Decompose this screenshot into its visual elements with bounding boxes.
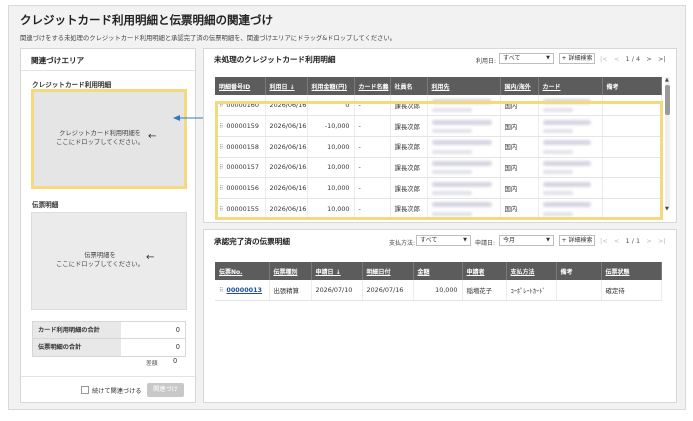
summary-row: カード利用明細の合計 0 — [33, 322, 185, 339]
col-header[interactable]: 支払方法 — [506, 262, 557, 280]
payment-method-value: すべて — [420, 237, 438, 244]
detail-date-cell: 2026/07/16 — [362, 280, 414, 302]
pager-next-icon[interactable]: > — [646, 237, 651, 245]
apply-date-value: 今月 — [503, 237, 516, 244]
payment-method-label: 支払方法: — [389, 240, 416, 247]
card-panel-title: 未処理のクレジットカード利用明細 — [214, 55, 336, 64]
page-subtitle: 関連づけをする未処理のクレジットカード利用明細と承認完了済の伝票明細を、関連づけ… — [20, 35, 397, 42]
card-drop-text-2: ここにドロップしてください。 — [56, 139, 144, 146]
col-header[interactable]: 伝票種別 — [269, 262, 312, 280]
pager-first-icon[interactable]: |< — [600, 237, 608, 245]
associate-button[interactable]: 関連づけ — [147, 383, 184, 397]
slip-panel-title: 承認完了済の伝票明細 — [214, 237, 290, 246]
card-detail-search-button[interactable]: + 詳細検索 — [559, 53, 595, 64]
continue-label: 続けて関連づける — [92, 388, 142, 395]
col-header[interactable]: 申請者 — [462, 262, 507, 280]
pager-next-icon[interactable]: > — [646, 55, 651, 63]
chevron-down-icon: ▼ — [546, 55, 550, 61]
col-header[interactable]: 備考 — [602, 77, 662, 95]
col-header[interactable]: 社員名 — [390, 77, 428, 95]
col-header[interactable]: 備考 — [556, 262, 602, 280]
slip-no-link[interactable]: 00000013 — [226, 286, 262, 294]
slip-total-value: 0 — [175, 343, 180, 351]
summary-table: カード利用明細の合計 0 伝票明細の合計 0 — [32, 321, 186, 357]
slip-drop-text-2: ここにドロップしてください。 — [56, 261, 144, 268]
slip-detail-search-button[interactable]: + 詳細検索 — [559, 235, 595, 246]
card-section-label: クレジットカード利用明細 — [32, 81, 112, 89]
slip-drop-text-1: 伝票明細を — [84, 252, 116, 259]
applicant-cell: 稲増花子 — [462, 280, 507, 302]
pager-prev-icon[interactable]: < — [614, 55, 619, 63]
usage-date-label: 利用日: — [476, 58, 497, 65]
pager-last-icon[interactable]: >| — [658, 237, 666, 245]
scroll-up-icon[interactable]: ▲ — [665, 77, 669, 83]
apply-date-select[interactable]: 今月 ▼ — [499, 235, 554, 246]
diff-label: 差額 — [146, 361, 158, 367]
col-header[interactable]: 利用先 — [427, 77, 501, 95]
scroll-down-icon[interactable]: ▼ — [665, 206, 669, 212]
card-rows-highlight — [215, 101, 663, 220]
card-pager: |< < 1 / 4 > >| — [600, 55, 666, 63]
divider — [21, 376, 195, 377]
usage-date-select[interactable]: すべて ▼ — [499, 53, 554, 64]
card-drop-text-1: クレジットカード利用明細を — [59, 130, 141, 137]
association-area-title: 関連づけエリア — [31, 56, 85, 65]
apply-date-label: 申請日: — [475, 240, 496, 247]
chevron-down-icon: ▼ — [546, 237, 550, 243]
slip-pager: |< < 1 / 1 > >| — [600, 237, 666, 245]
col-header[interactable]: カード — [538, 77, 603, 95]
association-area-panel: 関連づけエリア クレジットカード利用明細 クレジットカード利用明細を ここにドロ… — [20, 48, 196, 403]
pager-prev-icon[interactable]: < — [614, 237, 619, 245]
col-header[interactable]: 利用日 ↓ — [265, 77, 308, 95]
col-header[interactable]: 金額 — [413, 262, 463, 280]
card-total-label: カード利用明細の合計 — [33, 322, 121, 338]
pager-text: 1 / 4 — [625, 55, 641, 63]
col-header[interactable]: カード名義 — [354, 77, 391, 95]
continue-checkbox[interactable] — [81, 386, 89, 394]
chevron-down-icon: ▼ — [463, 237, 467, 243]
col-header[interactable]: 伝票No. — [215, 262, 270, 280]
slip-no-cell: ⠿ 00000013 — [215, 280, 270, 302]
card-table-header: 明細番号ID 利用日 ↓ 利用金額(円) カード名義 社員名 利用先 国内/海外… — [215, 77, 662, 95]
status-cell: 確定待 — [601, 280, 662, 302]
slip-table: 伝票No. 伝票種別 申請日 ↓ 明細日付 金額 申請者 支払方法 備考 伝票状… — [215, 262, 662, 302]
method-cell: ｺｰﾎﾟﾚｰﾄｶｰﾄﾞ — [506, 280, 557, 302]
col-header[interactable]: 伝票状態 — [601, 262, 662, 280]
col-header[interactable]: 明細番号ID — [215, 77, 266, 95]
drag-handle-icon[interactable]: ⠿ — [219, 287, 224, 294]
usage-date-value: すべて — [503, 55, 521, 62]
col-header[interactable]: 国内/海外 — [500, 77, 539, 95]
divider — [21, 70, 195, 71]
slip-statement-panel: 承認完了済の伝票明細 支払方法: すべて ▼ 申請日: 今月 ▼ + 詳細検索 … — [203, 229, 677, 403]
slip-table-header: 伝票No. 伝票種別 申請日 ↓ 明細日付 金額 申請者 支払方法 備考 伝票状… — [215, 262, 662, 280]
arrow-left-icon: ← — [148, 131, 157, 142]
pager-text: 1 / 1 — [625, 237, 641, 245]
card-drop-zone[interactable]: クレジットカード利用明細を ここにドロップしてください。 ← — [31, 89, 187, 189]
slip-total-label: 伝票明細の合計 — [33, 339, 121, 356]
col-header[interactable]: 利用金額(円) — [307, 77, 355, 95]
page-title: クレジットカード利用明細と伝票明細の関連づけ — [20, 13, 273, 27]
slip-drop-zone[interactable]: 伝票明細を ここにドロップしてください。 ← — [31, 212, 187, 310]
apply-date-cell: 2026/07/10 — [311, 280, 363, 302]
col-header[interactable]: 明細日付 — [362, 262, 414, 280]
diff-value: 0 — [173, 357, 178, 365]
table-row[interactable]: ⠿ 00000013 出張精算 2026/07/10 2026/07/16 10,000 稲… — [215, 280, 662, 302]
arrow-left-icon: ← — [146, 252, 155, 263]
pager-first-icon[interactable]: |< — [600, 55, 608, 63]
amount-cell: 10,000 — [413, 280, 463, 302]
col-header[interactable]: 申請日 ↓ — [311, 262, 363, 280]
note-cell — [556, 280, 602, 302]
card-total-value: 0 — [175, 326, 180, 334]
card-statement-panel: 未処理のクレジットカード利用明細 利用日: すべて ▼ + 詳細検索 |< < … — [203, 48, 677, 223]
card-scrollbar-thumb[interactable] — [665, 85, 670, 115]
payment-method-select[interactable]: すべて ▼ — [416, 235, 471, 246]
summary-row: 伝票明細の合計 0 — [33, 339, 185, 356]
slip-section-label: 伝票明細 — [32, 201, 59, 209]
type-cell: 出張精算 — [269, 280, 312, 302]
pager-last-icon[interactable]: >| — [658, 55, 666, 63]
